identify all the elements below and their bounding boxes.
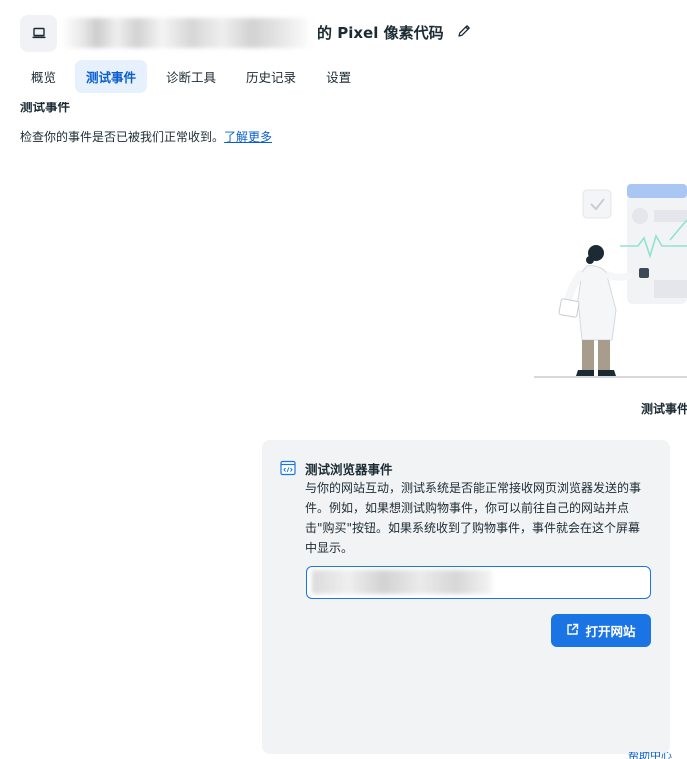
pixel-header: 的 Pixel 像素代码 xyxy=(20,14,470,52)
events-manager-page: 的 Pixel 像素代码 概览 测试事件 诊断工具 历史记录 设置 测试事件 检… xyxy=(0,0,687,759)
laptop-icon xyxy=(20,14,57,52)
external-link-icon xyxy=(566,623,579,639)
test-events-illustration xyxy=(530,180,687,384)
tab-history[interactable]: 历史记录 xyxy=(235,60,307,93)
section-description-text: 检查你的事件是否已被我们正常收到。 xyxy=(20,130,225,144)
open-website-label: 打开网站 xyxy=(585,624,636,639)
tab-diagnostics[interactable]: 诊断工具 xyxy=(155,60,227,93)
tab-settings[interactable]: 设置 xyxy=(315,60,362,93)
page-title: 的 Pixel 像素代码 xyxy=(317,24,444,42)
website-url-input[interactable] xyxy=(306,566,651,599)
tab-overview[interactable]: 概览 xyxy=(20,60,67,93)
learn-more-link[interactable]: 了解更多 xyxy=(224,130,272,144)
redacted-pixel-name xyxy=(62,18,312,48)
code-window-icon xyxy=(280,460,296,480)
open-website-button[interactable]: 打开网站 xyxy=(551,614,651,647)
tab-test-events[interactable]: 测试事件 xyxy=(75,60,148,93)
card-title: 测试浏览器事件 xyxy=(305,462,393,477)
help-link[interactable]: 帮助中心 xyxy=(628,752,672,759)
section-description: 检查你的事件是否已被我们正常收到。了解更多 xyxy=(20,128,272,145)
section-heading: 测试事件 xyxy=(20,102,71,114)
test-browser-events-card: 测试浏览器事件 与你的网站互动，测试系统是否能正常接收网页浏览器发送的事件。例如… xyxy=(262,440,670,754)
card-description: 与你的网站互动，测试系统是否能正常接收网页浏览器发送的事件。例如，如果想测试购物… xyxy=(305,481,642,555)
illustration-caption: 测试事件 xyxy=(641,402,687,416)
tab-bar: 概览 测试事件 诊断工具 历史记录 设置 xyxy=(20,60,370,93)
pencil-icon[interactable] xyxy=(456,23,472,43)
